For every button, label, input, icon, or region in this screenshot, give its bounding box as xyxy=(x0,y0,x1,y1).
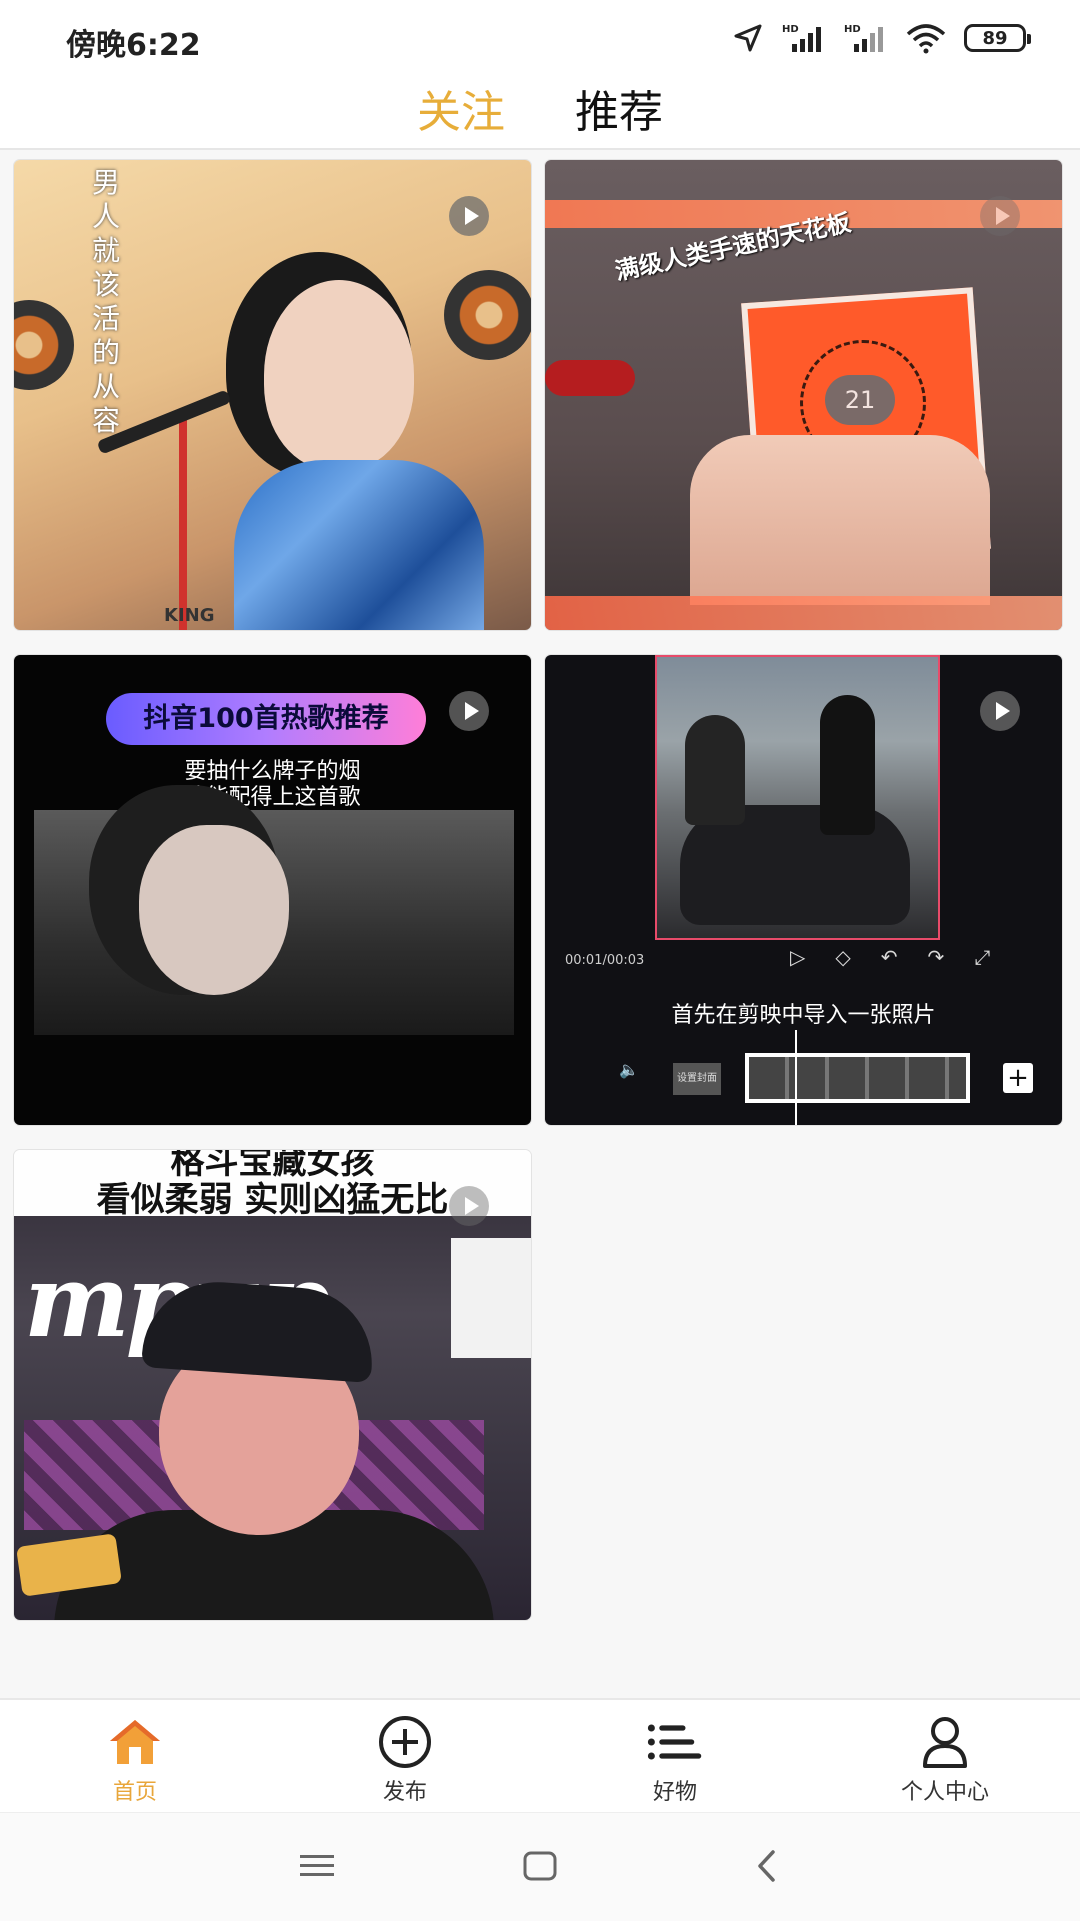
thumbnail-figure xyxy=(685,715,745,825)
keyframe-icon: ◇ xyxy=(835,945,851,969)
thumbnail-figure xyxy=(264,280,414,470)
signal-hd-1-icon: HD xyxy=(782,24,821,52)
svg-text:HD: HD xyxy=(782,24,799,35)
home-square-icon[interactable] xyxy=(515,1841,565,1891)
thumbnail-hand xyxy=(690,435,990,605)
svg-text:HD: HD xyxy=(844,24,861,35)
list-icon xyxy=(647,1714,703,1770)
signal-hd-2-icon: HD xyxy=(844,24,883,52)
video-card[interactable]: 男人就该活的从容 KING xyxy=(14,160,531,630)
thumbnail-number: 21 xyxy=(825,375,895,425)
plus-circle-icon xyxy=(377,1714,433,1770)
video-card[interactable]: 抖音100首热歌推荐 要抽什么牌子的烟 才能配得上这首歌 xyxy=(14,655,531,1125)
thumbnail-pill: 抖音100首热歌推荐 xyxy=(106,693,426,745)
home-icon xyxy=(107,1714,163,1770)
status-bar: 傍晚6:22 HD HD 89 xyxy=(0,0,1080,80)
nav-profile[interactable]: 个人中心 xyxy=(810,1700,1080,1814)
nav-home[interactable]: 首页 xyxy=(0,1700,270,1814)
undo-icon: ↶ xyxy=(880,945,898,969)
tab-recommend[interactable]: 推荐 xyxy=(575,80,663,146)
location-icon xyxy=(734,24,762,52)
thumbnail-stripe xyxy=(545,596,1062,630)
editor-playhead xyxy=(795,1030,797,1125)
decor-record xyxy=(444,270,531,360)
redo-icon: ↷ xyxy=(927,945,945,969)
play-icon[interactable] xyxy=(449,691,489,731)
thumbnail-sign: KING xyxy=(164,605,215,626)
thumbnail-title: 格斗宝藏女孩 xyxy=(170,1150,375,1182)
user-icon xyxy=(917,1714,973,1770)
video-card[interactable]: 00:01/00:03 ▷ ◇ ↶ ↷ ⤢ 首先在剪映中导入一张照片 🔈 设置封… xyxy=(545,655,1062,1125)
nav-label: 发布 xyxy=(382,1780,427,1805)
editor-timeline xyxy=(745,1053,970,1103)
nav-goods[interactable]: 好物 xyxy=(540,1700,810,1814)
video-feed[interactable]: 男人就该活的从容 KING 21 满级人类手速的天花板 抖音100首热歌推荐 要… xyxy=(0,150,1080,1698)
tab-follow[interactable]: 关注 xyxy=(417,80,505,146)
fullscreen-icon: ⤢ xyxy=(974,945,991,969)
wifi-icon xyxy=(906,24,946,54)
thumbnail-figure xyxy=(820,695,875,835)
play-icon[interactable] xyxy=(449,1186,489,1226)
top-tabs: 关注 推荐 xyxy=(0,80,1080,146)
nav-label: 好物 xyxy=(652,1780,697,1805)
add-icon: + xyxy=(1003,1063,1033,1093)
play-icon[interactable] xyxy=(980,691,1020,731)
thumbnail-text: 男人就该活的从容 xyxy=(92,166,121,437)
thumbnail-subtitle: 才能配得上这首歌 xyxy=(184,785,361,810)
video-time: 00:01/00:03 xyxy=(565,953,645,968)
play-icon[interactable] xyxy=(980,196,1020,236)
nav-label: 首页 xyxy=(112,1780,157,1805)
battery-level: 89 xyxy=(982,27,1008,49)
editor-controls: ▷ ◇ ↶ ↷ ⤢ xyxy=(790,945,990,969)
thumbnail-figure xyxy=(139,825,289,995)
mic-stand xyxy=(179,410,187,630)
volume-icon: 🔈 xyxy=(619,1060,639,1079)
status-time: 傍晚6:22 xyxy=(66,28,201,63)
thumbnail-figure xyxy=(234,460,484,630)
nav-publish[interactable]: 发布 xyxy=(270,1700,540,1814)
menu-icon[interactable] xyxy=(292,1841,342,1891)
play-small-icon: ▷ xyxy=(790,945,806,969)
nav-label: 个人中心 xyxy=(900,1780,989,1805)
status-icons: HD HD 89 xyxy=(732,22,1031,54)
thumbnail-poster xyxy=(451,1238,531,1358)
system-nav-bar xyxy=(0,1812,1080,1921)
thumbnail-caption: 首先在剪映中导入一张照片 xyxy=(671,1003,936,1028)
thumbnail-pen xyxy=(545,360,635,396)
video-card[interactable]: 21 满级人类手速的天花板 xyxy=(545,160,1062,630)
play-icon[interactable] xyxy=(449,196,489,236)
back-icon[interactable] xyxy=(742,1841,792,1891)
video-card[interactable]: 格斗宝藏女孩 看似柔弱 实则凶猛无比 mpup xyxy=(14,1150,531,1620)
battery-icon: 89 xyxy=(964,24,1031,52)
cover-label: 设置封面 xyxy=(673,1063,721,1095)
bottom-nav: 首页 发布 好物 个人中心 xyxy=(0,1698,1080,1814)
